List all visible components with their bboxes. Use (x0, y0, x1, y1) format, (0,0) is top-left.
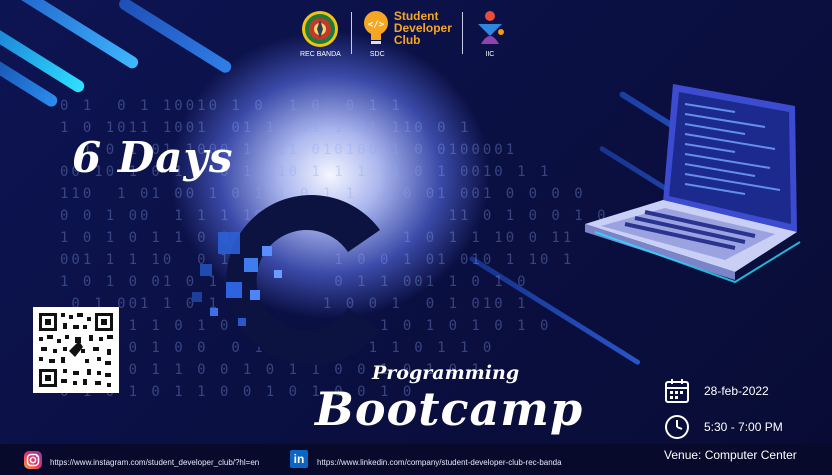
linkedin-icon[interactable]: in (290, 450, 308, 468)
svg-text:</>: </> (368, 20, 385, 30)
subtitle-programming: Programming (372, 362, 520, 384)
title-bootcamp: Bootcamp (315, 382, 584, 436)
event-time-row: 5:30 - 7:00 PM (664, 414, 783, 440)
event-time: 5:30 - 7:00 PM (704, 420, 783, 434)
rec-banda-emblem-icon (302, 11, 339, 47)
c-language-logo-icon (192, 195, 380, 365)
iic-caption: IIC (485, 51, 495, 58)
binary-line: 0 1 0 1 10010 1 0 1 0 0 1 1 (60, 98, 403, 114)
event-poster: 0 1 0 1 10010 1 0 1 0 0 1 11 0 1011 1001… (0, 0, 832, 475)
instagram-icon[interactable] (24, 451, 42, 469)
sdc-title-line-3: Club (393, 33, 421, 47)
header-logos: REC BANDA </> Student Developer Club SDC (300, 10, 507, 72)
calendar-icon (665, 379, 689, 403)
rec-banda-logo: REC BANDA (300, 10, 341, 58)
lightbulb-code-icon: </> (363, 11, 388, 44)
title-six-days: 6 Days (72, 133, 234, 182)
iic-logo: IIC (473, 10, 507, 58)
event-venue-row: Venue: Computer Center (664, 448, 797, 462)
logo-divider (461, 12, 463, 54)
sdc-logo: </> Student Developer Club SDC (362, 10, 452, 58)
rec-banda-caption: REC BANDA (300, 51, 341, 58)
sdc-caption: SDC (369, 51, 385, 58)
clock-icon (665, 415, 689, 439)
qr-code-icon (33, 307, 119, 393)
event-date-row: 28-feb-2022 (664, 378, 769, 404)
logo-divider (350, 12, 352, 54)
laptop-illustration-icon (585, 84, 801, 284)
event-venue: Venue: Computer Center (664, 448, 797, 462)
instagram-link[interactable]: https://www.instagram.com/student_develo… (50, 458, 259, 467)
linkedin-link[interactable]: https://www.linkedin.com/company/student… (317, 458, 562, 467)
iic-figure-icon (477, 11, 504, 44)
event-date: 28-feb-2022 (704, 384, 769, 398)
